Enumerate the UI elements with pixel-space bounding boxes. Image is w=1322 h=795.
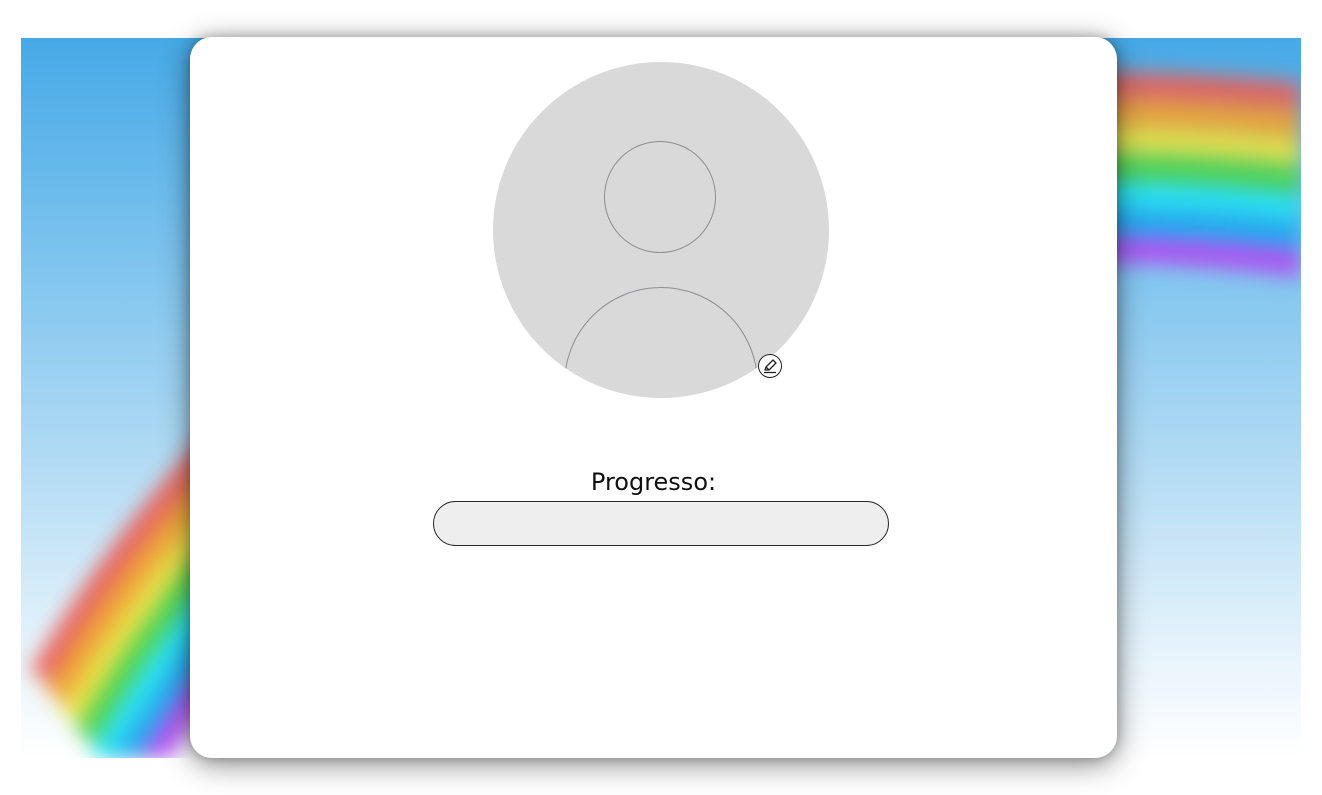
avatar-head-icon bbox=[604, 141, 716, 253]
progress-bar bbox=[433, 501, 889, 546]
avatar[interactable] bbox=[493, 62, 829, 398]
progress-label: Progresso: bbox=[590, 468, 717, 496]
avatar-body-icon bbox=[564, 287, 758, 398]
profile-card: Progresso: bbox=[190, 37, 1117, 758]
edit-avatar-button[interactable] bbox=[758, 354, 782, 378]
pencil-edit-icon bbox=[764, 359, 777, 374]
page: Progresso: bbox=[0, 0, 1322, 795]
